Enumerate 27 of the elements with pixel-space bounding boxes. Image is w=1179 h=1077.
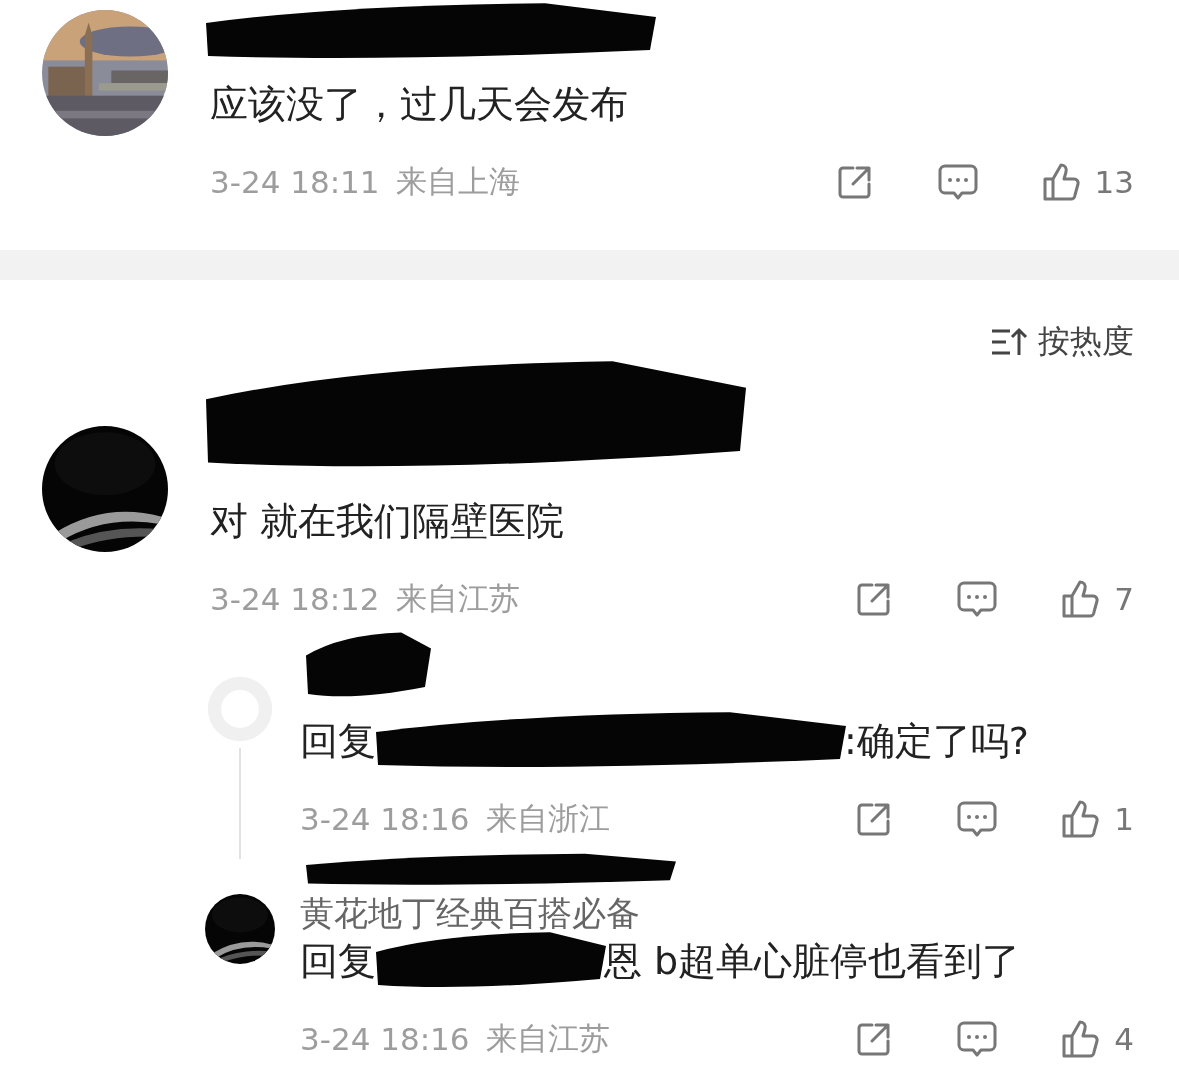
comment-time: 3-24 18:12	[210, 581, 380, 617]
comment-text: 应该没了，过几天会发布	[210, 81, 628, 128]
like-count: 7	[1114, 581, 1134, 617]
like-count: 4	[1114, 1021, 1134, 1057]
comment-icon[interactable]	[936, 162, 979, 202]
comment-time: 3-24 18:11	[210, 164, 380, 200]
thumbs-up-icon[interactable]	[1060, 578, 1101, 620]
comment-time: 3-24 18:16	[300, 1021, 470, 1057]
comment-location: 来自江苏	[395, 579, 520, 618]
username[interactable]: 黄花地丁经典百搭必备	[300, 891, 640, 937]
sort-button[interactable]: 按热度	[990, 320, 1134, 364]
thumbs-up-icon[interactable]	[1060, 798, 1101, 840]
comment-time: 3-24 18:16	[300, 801, 470, 837]
comment-location: 来自上海	[395, 162, 520, 201]
comment-icon[interactable]	[956, 799, 999, 839]
comment-text: :确定了吗?	[844, 718, 1029, 765]
comment-text: 回复	[300, 718, 376, 765]
comment-location: 来自江苏	[485, 1019, 610, 1058]
thumbs-up-icon[interactable]	[1060, 1018, 1101, 1060]
comment-text: 回复	[300, 938, 376, 985]
comment-icon[interactable]	[956, 579, 999, 619]
comment-icon[interactable]	[956, 1019, 999, 1059]
comment-text: 对 就在我们隔壁医院	[210, 498, 565, 545]
comment-text: 恩 b超单心脏停也看到了	[604, 938, 1021, 985]
like-count: 13	[1094, 164, 1134, 200]
like-count: 1	[1114, 801, 1134, 837]
comment-location: 来自浙江	[485, 799, 610, 838]
